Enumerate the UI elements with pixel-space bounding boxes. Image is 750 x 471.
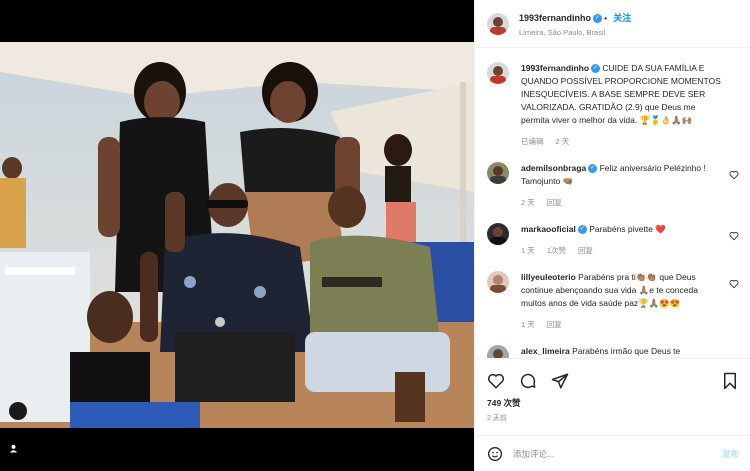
- avatar[interactable]: [487, 62, 509, 84]
- user-tag-icon[interactable]: [9, 402, 27, 453]
- avatar[interactable]: [487, 12, 509, 35]
- comment-item: alex_limeira Parabéns irmão que Deus te: [487, 345, 739, 358]
- comment-username[interactable]: ademilsonbraga: [521, 163, 586, 173]
- comment-likes[interactable]: 1次赞: [547, 246, 566, 255]
- avatar[interactable]: [487, 162, 509, 184]
- reply-button[interactable]: 回复: [578, 246, 593, 255]
- caption: 1993fernandinho ✓ CUIDE DA SUA FAMÍLIA E …: [487, 62, 739, 148]
- avatar[interactable]: [487, 223, 509, 245]
- verified-badge-icon: ✓: [593, 13, 603, 23]
- comment-composer: 发布: [475, 435, 750, 471]
- comments-list[interactable]: 1993fernandinho ✓ CUIDE DA SUA FAMÍLIA E …: [475, 48, 750, 358]
- comment-age: 1 天: [521, 320, 535, 329]
- likes-count[interactable]: 749 次赞: [475, 393, 750, 409]
- comment-like-heart-icon[interactable]: [729, 231, 739, 241]
- follow-button[interactable]: 关注: [613, 13, 631, 23]
- post-comment-button[interactable]: 发布: [722, 448, 739, 460]
- comment-input[interactable]: [513, 448, 722, 459]
- comment-username[interactable]: lillyeuleoterio: [521, 272, 576, 282]
- comment-text: Parabéns pivette ❤️: [589, 224, 666, 234]
- instagram-post-window: 1993fernandinho ✓ • 关注 Limeira, São Paulo…: [0, 0, 750, 471]
- comment-username[interactable]: alex_limeira: [521, 346, 570, 356]
- caption-username[interactable]: 1993fernandinho: [521, 63, 589, 73]
- post-location[interactable]: Limeira, São Paulo, Brasil: [519, 28, 631, 37]
- comment-like-heart-icon[interactable]: [729, 279, 739, 289]
- share-icon[interactable]: [551, 372, 569, 390]
- caption-age: 2 天: [555, 137, 570, 146]
- post-author-username[interactable]: 1993fernandinho: [519, 13, 591, 23]
- comment-icon[interactable]: [519, 372, 537, 390]
- comment-like-heart-icon[interactable]: [729, 170, 739, 180]
- comment-item: lillyeuleoterio Parabéns pra ti👏🏽👏🏽 que …: [487, 271, 739, 331]
- comment-age: 2 天: [521, 198, 535, 207]
- comment-username[interactable]: markaooficial: [521, 224, 576, 234]
- comment-item: ademilsonbraga ✓ Feliz aniversário Pelézi…: [487, 162, 739, 209]
- bookmark-icon[interactable]: [721, 372, 739, 390]
- post-photo-area: [0, 0, 474, 471]
- post-age: 2 天前: [487, 415, 507, 422]
- comment-age: 1 天: [521, 246, 535, 255]
- avatar[interactable]: [487, 271, 509, 293]
- post-details-panel: 1993fernandinho ✓ • 关注 Limeira, São Paulo…: [474, 0, 750, 471]
- reply-button[interactable]: 回复: [547, 198, 562, 207]
- edited-label: 已编辑: [521, 137, 544, 146]
- reply-button[interactable]: 回复: [547, 320, 562, 329]
- verified-badge-icon: ✓: [577, 225, 587, 235]
- comment-text: Parabéns irmão que Deus te: [572, 346, 681, 356]
- verified-badge-icon: ✓: [591, 64, 601, 74]
- separator: •: [604, 13, 610, 23]
- verified-badge-icon: ✓: [588, 164, 598, 174]
- emoji-icon[interactable]: [487, 446, 503, 462]
- heart-icon[interactable]: [487, 372, 505, 390]
- comment-item: markaooficial ✓ Parabéns pivette ❤️ 1 天 1次…: [487, 223, 739, 257]
- post-photo: [0, 42, 474, 428]
- post-header: 1993fernandinho ✓ • 关注 Limeira, São Paulo…: [475, 0, 750, 48]
- avatar[interactable]: [487, 345, 509, 358]
